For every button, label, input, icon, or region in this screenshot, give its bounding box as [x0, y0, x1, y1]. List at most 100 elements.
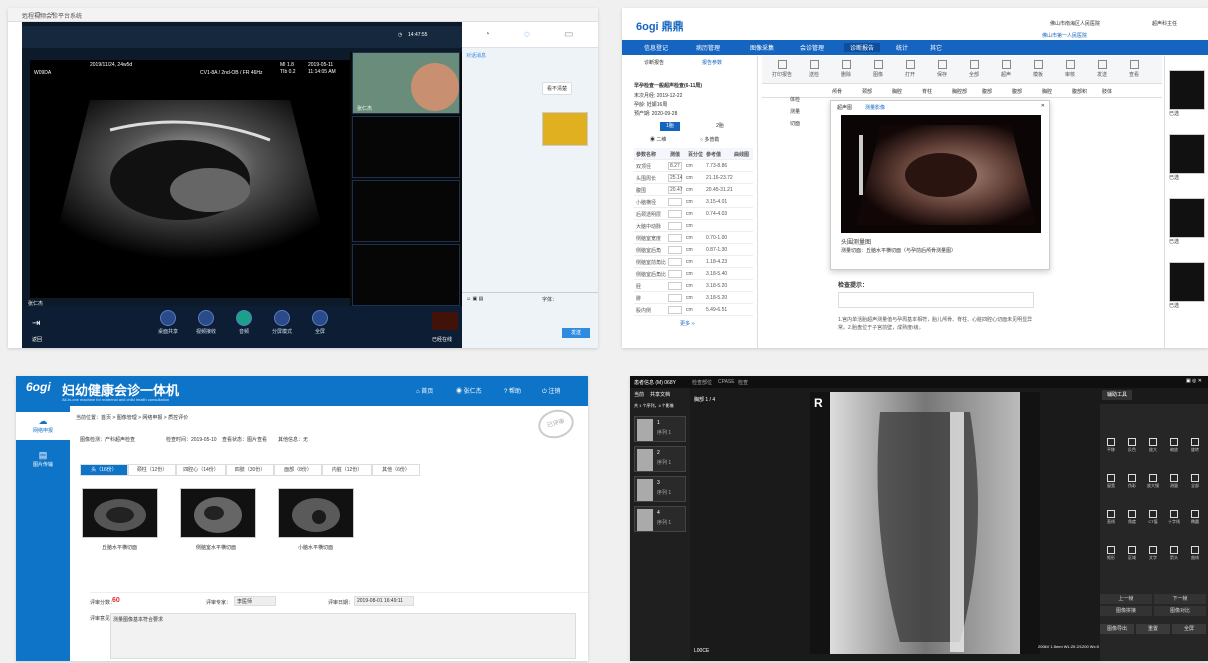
section-tab[interactable]: 胸腔 [1042, 88, 1052, 95]
viewer-action-button[interactable]: 上一帧 [1100, 594, 1152, 604]
side-label[interactable]: 测量 [790, 108, 800, 115]
tab-active[interactable]: 头（16份） [80, 464, 128, 476]
tab[interactable]: 其他（6份） [372, 464, 420, 476]
viewer-tool[interactable]: 窗宽 [1100, 472, 1122, 492]
left-tab[interactable]: 共享文档 [650, 391, 670, 398]
section-tab[interactable]: 腹部积 [1072, 88, 1087, 95]
xray-viewport[interactable]: R [810, 392, 1040, 654]
toolbar-button[interactable]: 保存 [928, 60, 956, 78]
param-value[interactable] [668, 198, 682, 206]
viewer-action-button[interactable]: 下一帧 [1154, 594, 1206, 604]
tab[interactable]: 面部（8份） [274, 464, 322, 476]
viewer-action-button[interactable]: 图像对比 [1154, 606, 1206, 616]
nav-item[interactable]: 统计 [896, 43, 908, 52]
comment-field[interactable]: 测量图像基本符合要求 [110, 613, 576, 659]
radio-doppler[interactable]: ○ 多普勒 [700, 136, 719, 143]
viewer-action-button[interactable]: 图像拼接 [1100, 606, 1152, 616]
strip-item[interactable]: 已选 [1169, 70, 1205, 126]
toolbar-button[interactable]: 发送 [1088, 60, 1116, 78]
viewer-tool[interactable]: 角度 [1121, 508, 1143, 528]
viewer-tool[interactable]: 椭圆 [1184, 508, 1206, 528]
viewer-tool[interactable]: 测量 [1163, 472, 1185, 492]
exam-input[interactable] [838, 292, 1034, 308]
param-value[interactable] [668, 222, 682, 230]
empty-video-slot[interactable] [352, 116, 460, 178]
audio-button[interactable]: 音频 [224, 310, 264, 335]
viewer-action-button[interactable]: 全屏 [1172, 624, 1206, 634]
close-icon[interactable]: ✕ [1041, 103, 1045, 109]
viewer-tool[interactable]: 直线 [1100, 508, 1122, 528]
subtab-active[interactable]: 报告参数 [702, 59, 722, 66]
viewer-action-button[interactable]: 重置 [1136, 624, 1170, 634]
nav-item[interactable]: 病历管理 [696, 43, 720, 52]
date-field[interactable]: 2019-08-01 16:49:11 [354, 596, 414, 606]
toolbar-button[interactable]: 删除 [832, 60, 860, 78]
param-value[interactable] [668, 294, 682, 302]
tab[interactable]: 四腔心（14份） [176, 464, 226, 476]
param-value[interactable] [668, 246, 682, 254]
nav-item[interactable]: 信息登记 [644, 43, 668, 52]
param-value[interactable]: 20.47 [668, 186, 683, 194]
monitor-icon[interactable]: ▭ [564, 29, 573, 40]
viewer-tool[interactable]: 伪彩 [1121, 472, 1143, 492]
user-name[interactable]: 超声科主任 [1152, 20, 1177, 27]
toolbar-button[interactable]: 打印报告 [768, 60, 796, 78]
series-item[interactable]: 4 序列 1 [634, 506, 686, 532]
viewer-tool[interactable]: 曲线 [1184, 544, 1206, 564]
section-tab[interactable]: 颅骨 [832, 88, 842, 95]
split-mode-button[interactable]: 分屏模式 [262, 310, 302, 335]
chat-icon[interactable]: ◌ [524, 29, 530, 40]
self-preview[interactable] [432, 312, 458, 330]
screen-share-button[interactable]: 桌面共享 [148, 310, 188, 335]
viewer-action-button[interactable]: 图像导出 [1100, 624, 1134, 634]
param-value[interactable] [668, 306, 682, 314]
tab[interactable]: 四肢（30份） [226, 464, 274, 476]
more-link[interactable]: 更多 ›› [680, 320, 695, 327]
popup-tab[interactable]: 超声图 [837, 104, 852, 111]
viewer-tool[interactable]: 十字线 [1163, 508, 1185, 528]
viewer-tool[interactable]: 箭头 [1163, 544, 1185, 564]
participant-video[interactable]: 张仁杰 [352, 52, 460, 114]
viewer-tool[interactable]: 文字 [1142, 544, 1164, 564]
nav-item[interactable]: 图像采集 [750, 43, 774, 52]
nav-logout[interactable]: ⏻ 注销 [542, 386, 560, 396]
chat-image[interactable] [542, 112, 588, 146]
param-value[interactable] [668, 210, 682, 218]
assist-tab[interactable]: 辅助工具 [1102, 390, 1132, 400]
param-value[interactable] [668, 270, 682, 278]
popup-tab-active[interactable]: 测量影像 [865, 104, 885, 111]
toolbar-button[interactable]: 送检 [800, 60, 828, 78]
viewer-tool[interactable]: 放大 [1142, 436, 1164, 456]
series-item[interactable]: 1 序列 1 [634, 416, 686, 442]
strip-item[interactable]: 已选 [1169, 262, 1205, 318]
window-controls[interactable]: ▣ ◎ ✕ [1186, 378, 1202, 384]
radio-2d[interactable]: ◉ 二维 [650, 136, 666, 143]
viewer-tool[interactable]: 旋转 [1184, 436, 1206, 456]
empty-video-slot[interactable] [352, 180, 460, 242]
toolbar-button[interactable]: 查看 [1120, 60, 1148, 78]
tab[interactable]: 内脏（12份） [322, 464, 372, 476]
strip-item[interactable]: 已选 [1169, 134, 1205, 190]
us-thumb[interactable] [278, 488, 354, 538]
section-tab[interactable]: 腹部 [982, 88, 992, 95]
chat-tab-label[interactable]: 对话消息 [466, 52, 486, 59]
viewer-tool[interactable]: 区域 [1121, 544, 1143, 564]
toolbar-button[interactable]: 审核 [1056, 60, 1084, 78]
series-item[interactable]: 3 序列 1 [634, 476, 686, 502]
viewer-tool[interactable]: 反色 [1121, 436, 1143, 456]
section-tab[interactable]: 肢体 [1102, 88, 1112, 95]
series-item[interactable]: 2 序列 1 [634, 446, 686, 472]
nav-item[interactable]: 其它 [930, 43, 942, 52]
viewer-tool[interactable]: 放大镜 [1142, 472, 1164, 492]
window-controls[interactable]: ‒ ▢ ✕ [22, 11, 594, 18]
viewer-tool[interactable]: 全部 [1184, 472, 1206, 492]
user-icon[interactable]: ◔ [484, 29, 490, 40]
sidebar-item-images[interactable]: ▤ 图片传输 [16, 446, 70, 474]
fullscreen-button[interactable]: 全屏 [300, 310, 340, 335]
toolbar-button[interactable]: 打开 [896, 60, 924, 78]
nav-help[interactable]: ? 帮助 [504, 386, 521, 395]
toolbar-button[interactable]: 全部 [960, 60, 988, 78]
viewer-tool[interactable]: 缩放 [1163, 436, 1185, 456]
param-value[interactable] [668, 234, 682, 242]
left-tab[interactable]: 当前 [634, 391, 644, 398]
